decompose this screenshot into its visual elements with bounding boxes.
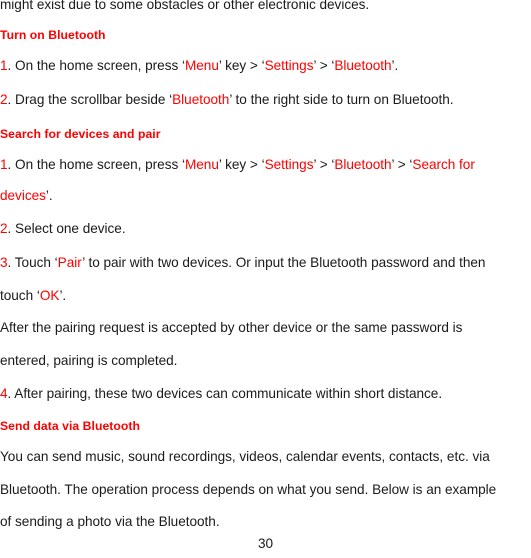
step-text: ’. <box>391 58 399 73</box>
page-number: 30 <box>0 536 531 551</box>
step-text: ’ key > ‘ <box>218 58 265 73</box>
step-item: 1. On the home screen, press ‘Menu’ key … <box>0 58 398 74</box>
ui-term-pair: Pair <box>57 255 83 270</box>
step-item: 4. After pairing, these two devices can … <box>0 386 442 402</box>
step-text: On the home screen, press ‘ <box>11 157 185 172</box>
step-text: ’ to the right side to turn on Bluetooth… <box>229 92 454 107</box>
step-marker: 2 <box>0 221 8 236</box>
intro-line: might exist due to some obstacles or oth… <box>0 0 369 13</box>
step-marker: 1 <box>0 58 8 73</box>
ui-term-bluetooth: Bluetooth <box>334 58 392 73</box>
ui-term-menu: Menu <box>184 157 219 172</box>
ui-term-search-for-devices: Search for <box>412 157 475 172</box>
heading-text: Search for devices and pair <box>0 127 161 141</box>
step-item-continuation: touch ‘OK’. <box>0 288 66 304</box>
ui-term-bluetooth: Bluetooth <box>334 157 392 172</box>
step-text: After pairing, these two devices can com… <box>11 386 443 401</box>
heading-text: Turn on Bluetooth <box>0 28 106 42</box>
step-item-continuation: devices’. <box>0 188 53 204</box>
section-heading-send-data-via-bluetooth: Send data via Bluetooth <box>0 419 140 434</box>
step-marker: 2 <box>0 92 8 107</box>
paragraph-line: After the pairing request is accepted by… <box>0 320 462 336</box>
step-item: 3. Touch ‘Pair’ to pair with two devices… <box>0 255 485 271</box>
step-text: Select one device. <box>11 221 126 236</box>
step-text: touch ‘ <box>0 288 40 303</box>
step-text: ’. <box>59 288 67 303</box>
step-marker: 3 <box>0 255 8 270</box>
step-marker: 4 <box>0 386 8 401</box>
step-text: ’ to pair with two devices. Or input the… <box>82 255 486 270</box>
ui-term-settings: Settings <box>264 58 314 73</box>
step-text: ’ > ‘ <box>313 58 335 73</box>
intro-text: might exist due to some obstacles or oth… <box>0 0 370 12</box>
step-item: 2. Select one device. <box>0 221 126 237</box>
ui-term-search-for-devices-cont: devices <box>0 188 46 203</box>
section-heading-turn-on-bluetooth: Turn on Bluetooth <box>0 28 106 43</box>
step-item: 1. On the home screen, press ‘Menu’ key … <box>0 157 475 173</box>
step-text: ’. <box>45 188 53 203</box>
ui-term-ok: OK <box>39 288 60 303</box>
paragraph-text: Bluetooth. The operation process depends… <box>0 482 497 497</box>
step-text: Touch ‘ <box>11 255 58 270</box>
step-text: Drag the scrollbar beside ‘ <box>11 92 173 107</box>
paragraph-line: entered, pairing is completed. <box>0 353 177 369</box>
step-text: ’ > ‘ <box>313 157 335 172</box>
step-text: On the home screen, press ‘ <box>11 58 185 73</box>
document-page: might exist due to some obstacles or oth… <box>0 0 531 558</box>
step-text: ’ key > ‘ <box>218 157 265 172</box>
section-heading-search-for-devices-and-pair: Search for devices and pair <box>0 127 161 142</box>
paragraph-text: of sending a photo via the Bluetooth. <box>0 514 220 529</box>
paragraph-text: After the pairing request is accepted by… <box>0 320 463 335</box>
ui-term-menu: Menu <box>184 58 219 73</box>
ui-term-bluetooth: Bluetooth <box>172 92 230 107</box>
step-text: ’ > ‘ <box>391 157 413 172</box>
paragraph-text: You can send music, sound recordings, vi… <box>0 449 490 464</box>
page-number-text: 30 <box>257 536 274 551</box>
paragraph-text: entered, pairing is completed. <box>0 353 178 368</box>
step-item: 2. Drag the scrollbar beside ‘Bluetooth’… <box>0 92 454 108</box>
paragraph-line: You can send music, sound recordings, vi… <box>0 449 490 465</box>
paragraph-line: Bluetooth. The operation process depends… <box>0 482 496 498</box>
step-marker: 1 <box>0 157 8 172</box>
ui-term-settings: Settings <box>264 157 314 172</box>
paragraph-line: of sending a photo via the Bluetooth. <box>0 514 220 530</box>
heading-text: Send data via Bluetooth <box>0 419 140 433</box>
